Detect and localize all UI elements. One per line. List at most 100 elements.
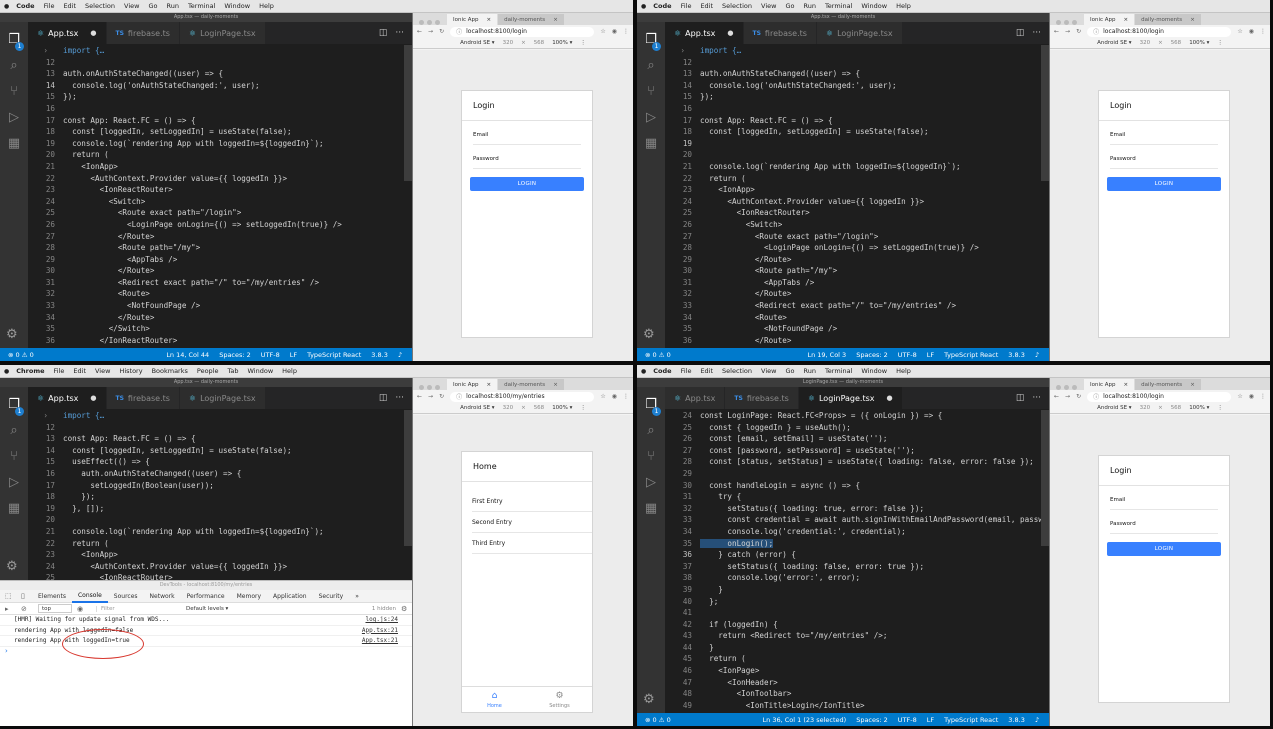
run-debug-icon[interactable]: ▷ <box>643 475 659 491</box>
reload-icon[interactable]: ↻ <box>1076 28 1081 35</box>
status-spaces[interactable]: Spaces: 2 <box>856 351 888 359</box>
more-actions-icon[interactable]: ··· <box>1032 28 1041 38</box>
status-pos[interactable]: Ln 19, Col 3 <box>807 351 846 359</box>
back-icon[interactable]: ← <box>417 393 422 400</box>
devtools-tab[interactable]: Network <box>144 590 181 603</box>
reload-icon[interactable]: ↻ <box>439 393 444 400</box>
menu-item[interactable]: View <box>95 367 110 375</box>
profile-icon[interactable]: ◉ <box>1249 28 1254 35</box>
menu-item[interactable]: Edit <box>63 2 76 10</box>
close-tab-icon[interactable]: × <box>1190 17 1195 23</box>
back-icon[interactable]: ← <box>1054 28 1059 35</box>
forward-icon[interactable]: → <box>428 28 433 35</box>
run-debug-icon[interactable]: ▷ <box>6 475 22 491</box>
menu-item[interactable]: Run <box>803 367 815 375</box>
window-control-icon[interactable] <box>1064 385 1069 390</box>
console-prompt[interactable]: › <box>0 647 412 657</box>
console-settings-icon[interactable]: ⚙ <box>401 605 409 613</box>
entry-item[interactable]: First Entry <box>472 491 592 512</box>
menu-item[interactable]: File <box>54 367 65 375</box>
zoom-select[interactable]: 100% ▾ <box>1189 40 1209 46</box>
menu-icon[interactable]: ⋮ <box>1260 28 1266 35</box>
menu-item[interactable]: Bookmarks <box>152 367 188 375</box>
eye-icon[interactable]: ◉ <box>77 605 85 613</box>
menu-item[interactable]: People <box>197 367 219 375</box>
window-control-icon[interactable] <box>1056 385 1061 390</box>
apple-icon[interactable]: ● <box>641 368 646 375</box>
login-button[interactable]: LOGIN <box>1107 177 1221 191</box>
levels-dropdown[interactable]: Default levels ▾ <box>186 606 228 612</box>
menu-item[interactable]: View <box>761 2 776 10</box>
entry-item[interactable]: Third Entry <box>472 533 592 554</box>
menu-item[interactable]: Window <box>861 2 887 10</box>
tab-home[interactable]: ⌂ Home <box>462 687 527 712</box>
devtools-tab[interactable]: Sources <box>108 590 144 603</box>
window-control-icon[interactable] <box>435 385 440 390</box>
browser-tab[interactable]: Ionic App × <box>447 379 498 390</box>
device-menu-icon[interactable]: ⋮ <box>580 405 586 411</box>
device-menu-icon[interactable]: ⋮ <box>1217 405 1223 411</box>
bell-icon[interactable]: ♪ <box>1035 351 1039 359</box>
window-control-icon[interactable] <box>1072 20 1077 25</box>
editor-tab[interactable]: ⚛ App.tsx ● <box>28 387 107 409</box>
split-editor-icon[interactable]: ◫ <box>1016 393 1025 403</box>
status-ver[interactable]: 3.8.3 <box>371 351 388 359</box>
password-field[interactable]: Password <box>1110 145 1218 169</box>
menu-app-name[interactable]: Code <box>16 2 34 10</box>
close-tab-icon[interactable]: × <box>487 17 492 23</box>
problems-count[interactable]: ⊗ 0 ⚠ 0 <box>645 351 671 359</box>
menu-icon[interactable]: ⋮ <box>623 28 629 35</box>
back-icon[interactable]: ← <box>417 28 422 35</box>
code-lines[interactable]: 24 const LoginPage: React.FC<Props> = ({ … <box>665 410 1041 713</box>
status-ver[interactable]: 3.8.3 <box>1008 716 1025 724</box>
device-toggle-icon[interactable]: ▯ <box>21 592 29 600</box>
window-control-icon[interactable] <box>435 20 440 25</box>
editor-tab[interactable]: ⚛ LoginPage.tsx <box>179 22 266 44</box>
bell-icon[interactable]: ♪ <box>398 351 402 359</box>
editor-scrollbar[interactable] <box>404 410 412 546</box>
menu-item[interactable]: View <box>124 2 139 10</box>
unsaved-dot-icon[interactable]: ● <box>727 29 733 37</box>
console-source-link[interactable]: log.js:24 <box>365 615 398 625</box>
password-field[interactable]: Password <box>473 145 581 169</box>
menu-icon[interactable]: ⋮ <box>1260 393 1266 400</box>
menu-item[interactable]: Help <box>259 2 274 10</box>
device-select[interactable]: Android SE ▾ <box>460 405 495 411</box>
menu-app-name[interactable]: Chrome <box>16 367 44 375</box>
menu-item[interactable]: File <box>44 2 55 10</box>
apple-icon[interactable]: ● <box>641 3 646 10</box>
code-lines[interactable]: › import {… 12 13 auth.onAuthStateChanged((u… <box>665 45 1041 348</box>
profile-icon[interactable]: ◉ <box>1249 393 1254 400</box>
editor-scrollbar[interactable] <box>1041 410 1049 546</box>
editor-tab[interactable]: TS firebase.ts <box>725 387 799 409</box>
close-tab-icon[interactable]: × <box>1124 382 1129 388</box>
unsaved-dot-icon[interactable]: ● <box>90 29 96 37</box>
window-control-icon[interactable] <box>1056 20 1061 25</box>
problems-count[interactable]: ⊗ 0 ⚠ 0 <box>645 716 671 724</box>
menu-item[interactable]: History <box>119 367 142 375</box>
devtools-tab[interactable]: Elements <box>32 590 72 603</box>
clear-console-icon[interactable]: ⊘ <box>21 605 29 613</box>
browser-tab[interactable]: daily-moments × <box>498 14 564 25</box>
menu-item[interactable]: Selection <box>85 2 115 10</box>
zoom-select[interactable]: 100% ▾ <box>1189 405 1209 411</box>
menu-item[interactable]: Go <box>148 2 157 10</box>
password-field[interactable]: Password <box>1110 510 1218 534</box>
status-spaces[interactable]: Spaces: 2 <box>219 351 251 359</box>
filter-input[interactable]: Filter <box>96 605 176 612</box>
forward-icon[interactable]: → <box>1065 393 1070 400</box>
editor-tab[interactable]: TS firebase.ts <box>743 22 817 44</box>
login-button[interactable]: LOGIN <box>1107 542 1221 556</box>
status-enc[interactable]: UTF-8 <box>898 351 917 359</box>
more-actions-icon[interactable]: ··· <box>395 28 404 38</box>
email-field[interactable]: Email <box>1110 121 1218 145</box>
more-actions-icon[interactable]: ··· <box>395 393 404 403</box>
fold-chevron-icon[interactable]: › <box>28 410 48 422</box>
width-field[interactable]: 320 <box>1140 405 1151 411</box>
settings-gear-icon[interactable]: ⚙ <box>643 692 655 707</box>
width-field[interactable]: 320 <box>503 405 514 411</box>
star-icon[interactable]: ☆ <box>600 393 605 400</box>
menu-item[interactable]: View <box>761 367 776 375</box>
menu-item[interactable]: Go <box>785 367 794 375</box>
console-source-link[interactable]: App.tsx:21 <box>362 626 398 636</box>
